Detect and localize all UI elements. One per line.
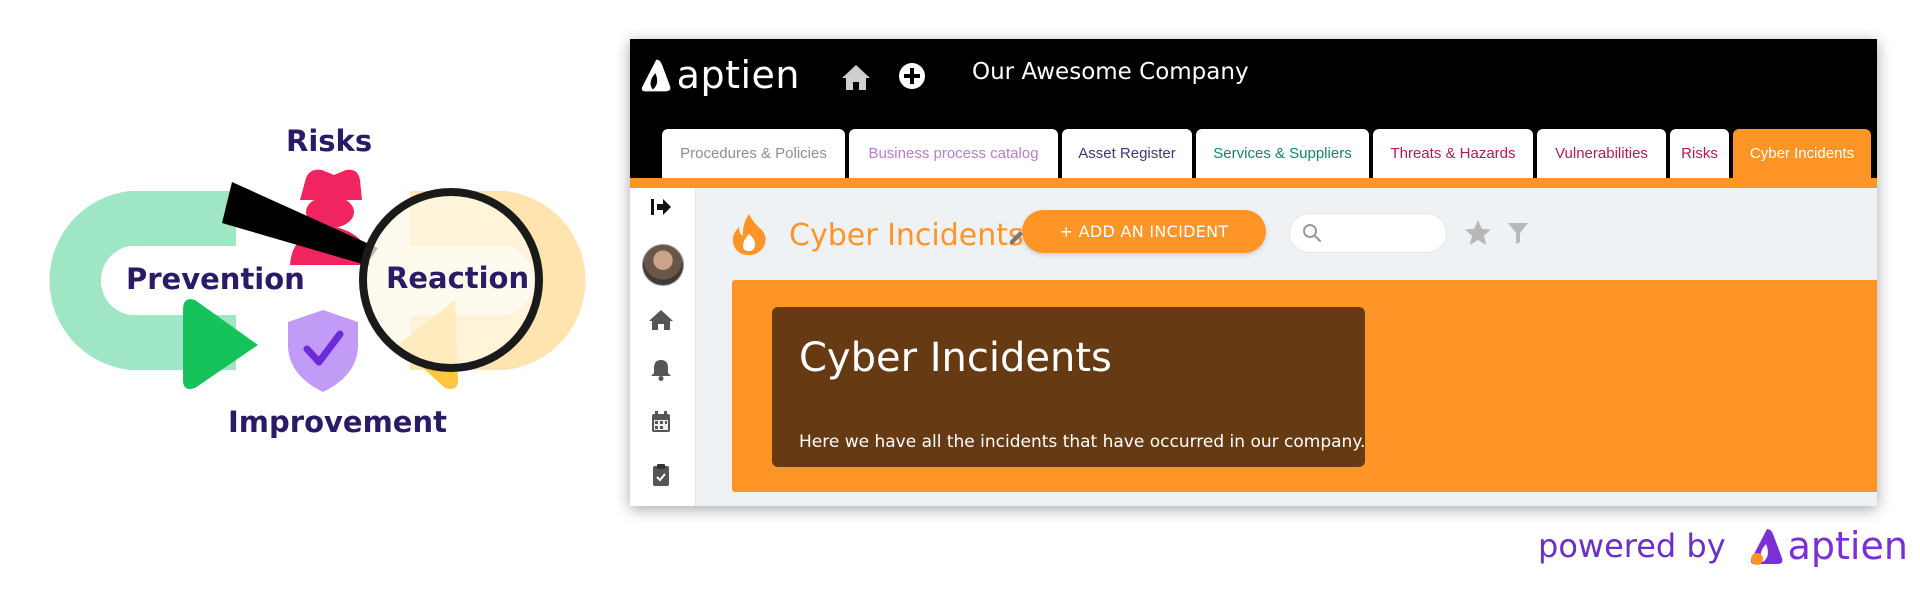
company-name[interactable]: Our Awesome Company	[972, 59, 1249, 85]
tab-label: Cyber Incidents	[1749, 145, 1855, 162]
tab-procedures-policies[interactable]: Procedures & Policies	[662, 129, 845, 178]
tab-label: Procedures & Policies	[680, 145, 827, 162]
banner-card: Cyber Incidents Here we have all the inc…	[772, 307, 1365, 467]
main-content: Cyber Incidents + ADD AN INCIDENT Cyber …	[696, 188, 1877, 506]
calendar-icon[interactable]	[646, 407, 676, 437]
module-tabs: Procedures & Policies Business process c…	[662, 129, 1871, 179]
home-icon[interactable]	[646, 305, 676, 335]
tab-label: Risks	[1681, 145, 1718, 162]
logo-text: aptien	[676, 53, 800, 97]
cycle-illustration: Risks Prevention Reaction Improvement	[0, 0, 620, 599]
powered-by-text: powered by	[1538, 527, 1726, 565]
play-icon	[183, 299, 258, 389]
flame-icon	[730, 212, 768, 256]
sidebar	[630, 188, 696, 506]
tab-asset-register[interactable]: Asset Register	[1062, 129, 1192, 178]
improvement-label: Improvement	[228, 405, 447, 439]
top-bar: aptien Our Awesome Company Procedures & …	[630, 39, 1877, 188]
page-title: Cyber Incidents	[789, 218, 1024, 253]
search-input[interactable]	[1330, 220, 1439, 248]
tab-threats-hazards[interactable]: Threats & Hazards	[1373, 129, 1533, 178]
home-icon[interactable]	[840, 61, 872, 93]
tab-label: Services & Suppliers	[1213, 145, 1352, 162]
brand-text: aptien	[1787, 524, 1908, 568]
tab-label: Threats & Hazards	[1390, 145, 1516, 162]
tab-services-suppliers[interactable]: Services & Suppliers	[1196, 129, 1369, 178]
tab-label: Vulnerabilities	[1555, 145, 1648, 162]
clipboard-icon[interactable]	[646, 460, 676, 490]
tab-cyber-incidents[interactable]: Cyber Incidents	[1733, 129, 1871, 178]
risks-label: Risks	[286, 124, 373, 158]
tab-vulnerabilities[interactable]: Vulnerabilities	[1537, 129, 1666, 178]
collapse-arrow-icon[interactable]	[646, 192, 676, 222]
banner-description: Here we have all the incidents that have…	[799, 432, 1366, 452]
tab-label: Asset Register	[1078, 145, 1176, 162]
search-box	[1289, 213, 1447, 253]
aptien-brand-icon	[1750, 529, 1783, 565]
tab-underline	[630, 178, 1877, 188]
aptien-logo[interactable]: aptien	[640, 51, 800, 99]
cycle-graphic	[49, 169, 586, 392]
reaction-label: Reaction	[386, 261, 530, 295]
bell-icon[interactable]	[646, 354, 676, 384]
star-icon[interactable]	[1463, 218, 1493, 248]
shield-icon	[288, 310, 358, 392]
tab-risks[interactable]: Risks	[1670, 129, 1729, 178]
tab-business-process-catalog[interactable]: Business process catalog	[849, 129, 1058, 178]
aptien-logo-icon	[641, 59, 671, 92]
avatar[interactable]	[642, 244, 684, 286]
add-incident-button[interactable]: + ADD AN INCIDENT	[1022, 210, 1266, 253]
filter-icon[interactable]	[1506, 220, 1530, 246]
search-icon	[1302, 223, 1322, 243]
aptien-brand-logo: aptien	[1748, 524, 1908, 568]
app-window: aptien Our Awesome Company Procedures & …	[630, 39, 1877, 506]
powered-by: powered by aptien	[1538, 521, 1908, 571]
banner-title: Cyber Incidents	[799, 335, 1112, 381]
add-icon[interactable]	[897, 61, 927, 91]
page-banner: Cyber Incidents Here we have all the inc…	[732, 280, 1877, 492]
tab-label: Business process catalog	[868, 145, 1039, 162]
prevention-label: Prevention	[126, 262, 305, 296]
